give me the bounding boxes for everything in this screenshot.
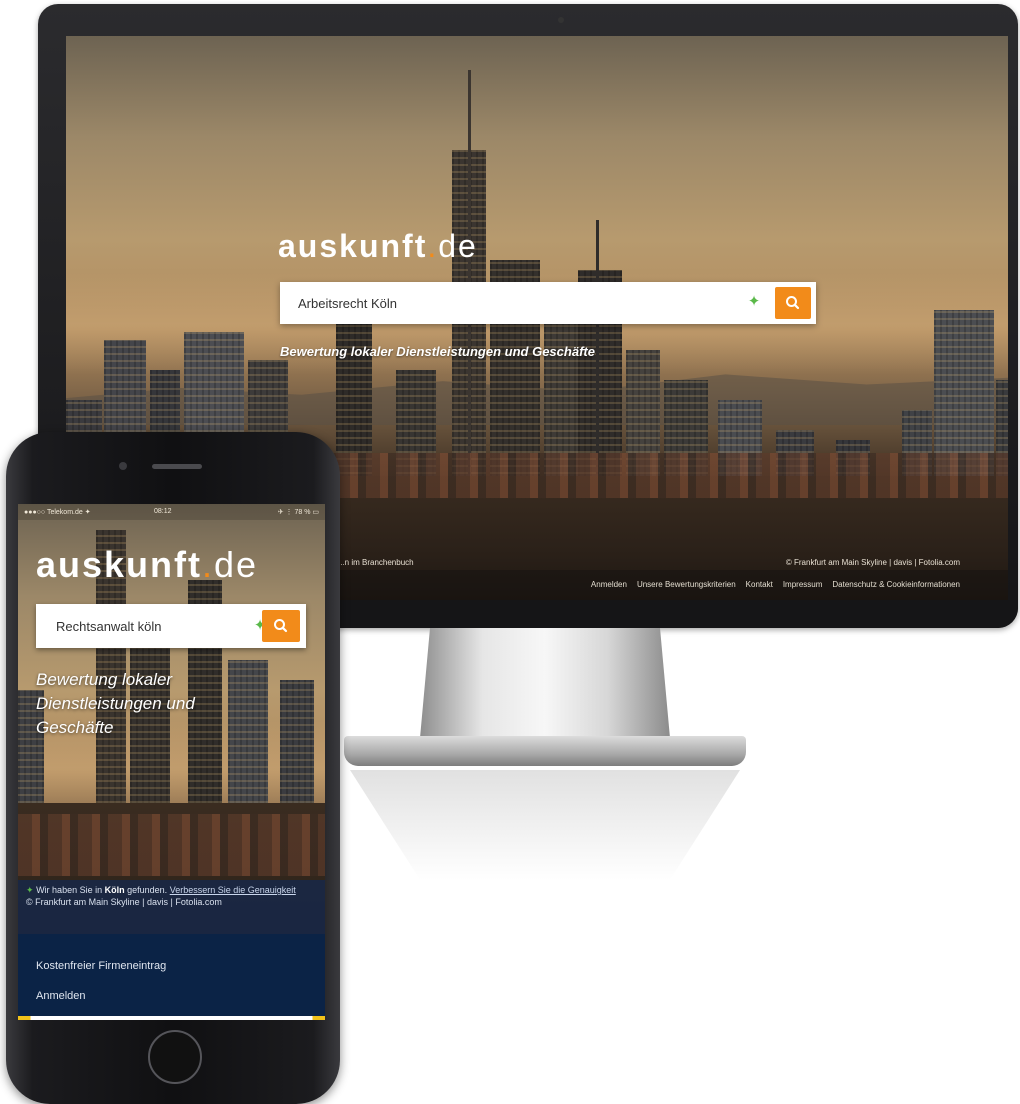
search-bar: ✦ [36,604,306,648]
status-bar: ●●●○○ Telekom.de ✦ 08:12 ✈ ⋮ 78 % ▭ [18,504,325,520]
search-input[interactable] [280,282,750,324]
location-city: Köln [104,885,125,895]
photo-credit-left: ...n im Branchenbuch [338,558,414,567]
monitor-camera [558,17,564,23]
locate-icon[interactable]: ✦ [746,294,762,310]
photo-credit: © Frankfurt am Main Skyline | davis | Fo… [26,897,222,907]
phone-camera [119,462,127,470]
logo-tld: de [438,228,478,264]
location-prefix: Wir haben Sie in [36,885,103,895]
site-logo[interactable]: auskunft.de [278,228,478,265]
location-pin-icon: ✦ [26,885,34,895]
site-logo[interactable]: auskunft.de [36,544,258,586]
location-info: ✦ Wir haben Sie in Köln gefunden. Verbes… [18,880,325,934]
footer-link-datenschutz[interactable]: Datenschutz & Cookieinformationen [832,580,960,589]
footer-link-anmelden[interactable]: Anmelden [591,580,627,589]
search-button[interactable] [262,610,300,642]
location-suffix: gefunden. [127,885,168,895]
footer-link-kontakt[interactable]: Kontakt [746,580,773,589]
stand-reflection [350,770,740,880]
search-input[interactable] [36,604,241,648]
phone-speaker [152,464,202,469]
logo-tld: de [214,544,259,585]
tagline: Bewertung lokaler Dienstleistungen und G… [280,344,595,359]
improve-accuracy-link[interactable]: Verbessern Sie die Genauigkeit [170,885,296,895]
mobile-menu: Kostenfreier Firmeneintrag Anmelden [18,934,325,1020]
background-rooftops [18,813,325,876]
menu-bottom-bar [18,1016,325,1020]
search-bar: ✦ [280,282,816,324]
status-time: 08:12 [154,508,172,515]
battery-status: ✈ ⋮ 78 % ▭ [277,509,319,516]
footer-link-impressum[interactable]: Impressum [783,580,823,589]
footer-link-bewertungskriterien[interactable]: Unsere Bewertungskriterien [637,580,736,589]
search-icon [786,296,800,310]
menu-item-firmeneintrag[interactable]: Kostenfreier Firmeneintrag [36,960,166,972]
photo-credit: © Frankfurt am Main Skyline | davis | Fo… [785,558,960,567]
search-button[interactable] [775,287,811,319]
monitor-stand [420,628,670,738]
carrier-text: ●●●○○ Telekom.de ✦ [24,509,91,516]
monitor-stand-base [344,736,746,766]
menu-item-anmelden[interactable]: Anmelden [36,990,86,1002]
tagline: Bewertung lokaler Dienstleistungen und G… [36,670,195,737]
footer-links: Anmelden Unsere Bewertungskriterien Kont… [591,580,960,589]
search-icon [274,619,288,633]
mobile-screen: ●●●○○ Telekom.de ✦ 08:12 ✈ ⋮ 78 % ▭ ausk… [18,504,325,1020]
phone-home-button[interactable] [148,1030,202,1084]
